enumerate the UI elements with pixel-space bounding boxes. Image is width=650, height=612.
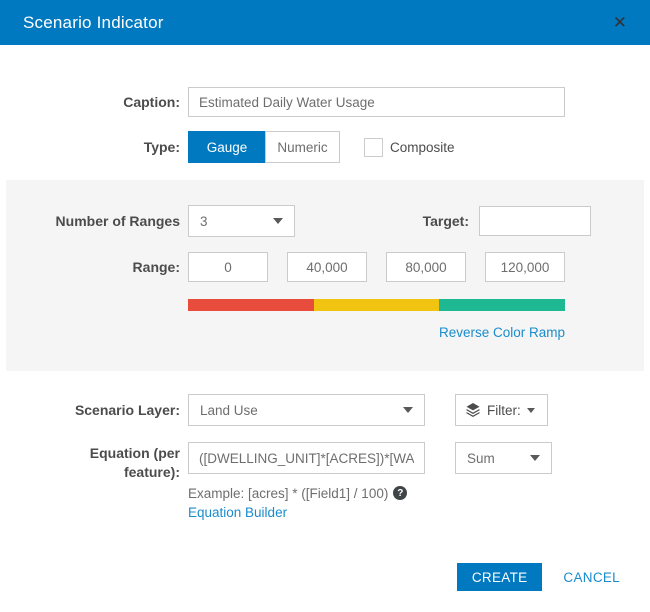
- caption-row: Caption:: [0, 87, 650, 117]
- filter-label: Filter:: [487, 402, 521, 418]
- layers-icon: [466, 403, 480, 417]
- equation-label: Equation (per feature):: [89, 445, 180, 480]
- create-button[interactable]: CREATE: [456, 563, 543, 591]
- equation-example-row: Example: [acres] * ([Field1] / 100) ?: [0, 486, 650, 501]
- reverse-color-ramp-link[interactable]: Reverse Color Ramp: [439, 325, 565, 340]
- number-of-ranges-label: Number of Ranges: [55, 213, 180, 229]
- target-input[interactable]: [479, 206, 591, 236]
- aggregate-value: Sum: [467, 450, 495, 466]
- range-input-2[interactable]: [287, 252, 367, 282]
- type-option-numeric[interactable]: Numeric: [265, 131, 340, 163]
- cancel-button[interactable]: CANCEL: [563, 570, 620, 585]
- range-label: Range:: [132, 259, 180, 275]
- number-of-ranges-value: 3: [200, 213, 208, 229]
- scenario-layer-dropdown[interactable]: Land Use: [188, 394, 425, 426]
- color-ramp-segment-red: [188, 299, 314, 311]
- reverse-color-ramp-row: Reverse Color Ramp: [6, 324, 565, 342]
- composite-checkbox[interactable]: [364, 137, 383, 157]
- range-input-3[interactable]: [386, 252, 466, 282]
- color-ramp-segment-green: [439, 299, 566, 311]
- composite-label: Composite: [390, 139, 455, 155]
- range-input-1[interactable]: [188, 252, 268, 282]
- dialog-title: Scenario Indicator: [23, 12, 164, 32]
- number-of-ranges-dropdown[interactable]: 3: [188, 205, 295, 237]
- scenario-layer-row: Scenario Layer: Land Use Filter:: [0, 394, 650, 426]
- caption-label: Caption:: [123, 94, 180, 110]
- chevron-down-icon: [526, 407, 535, 413]
- color-ramp-segment-yellow: [313, 299, 440, 311]
- equation-example-text: Example: [acres] * ([Field1] / 100): [188, 485, 389, 501]
- chevron-down-icon: [530, 455, 540, 461]
- type-label: Type:: [143, 139, 180, 155]
- target-label: Target:: [422, 213, 469, 229]
- equation-builder-row: Equation Builder: [0, 505, 650, 520]
- color-ramp: [188, 299, 566, 311]
- caption-input[interactable]: [188, 87, 565, 117]
- equation-example: Example: [acres] * ([Field1] / 100) ?: [188, 485, 408, 501]
- equation-builder-link[interactable]: Equation Builder: [188, 505, 287, 520]
- close-icon[interactable]: ✕: [613, 14, 627, 31]
- type-row: Type: Gauge Numeric Composite: [0, 131, 650, 163]
- range-row: Range:: [6, 252, 644, 282]
- range-input-4[interactable]: [485, 252, 565, 282]
- chevron-down-icon: [403, 407, 413, 413]
- scenario-indicator-dialog: Scenario Indicator ✕ Caption: Type: Gaug…: [0, 0, 650, 612]
- dialog-header: Scenario Indicator ✕: [0, 0, 650, 45]
- equation-input[interactable]: [188, 442, 425, 474]
- aggregate-dropdown[interactable]: Sum: [455, 442, 552, 474]
- scenario-layer-value: Land Use: [200, 402, 258, 418]
- type-option-gauge[interactable]: Gauge: [188, 131, 265, 163]
- help-icon[interactable]: ?: [393, 486, 408, 501]
- type-segmented-control: Gauge Numeric: [188, 131, 340, 163]
- number-of-ranges-row: Number of Ranges 3 Target:: [6, 205, 644, 237]
- dialog-footer: CREATE CANCEL: [456, 563, 620, 591]
- scenario-layer-label: Scenario Layer:: [74, 402, 180, 418]
- ranges-panel: Number of Ranges 3 Target: Range: Revers…: [6, 180, 644, 371]
- equation-row: Equation (per feature): Sum: [0, 442, 650, 482]
- filter-button[interactable]: Filter:: [455, 394, 548, 426]
- chevron-down-icon: [273, 218, 283, 224]
